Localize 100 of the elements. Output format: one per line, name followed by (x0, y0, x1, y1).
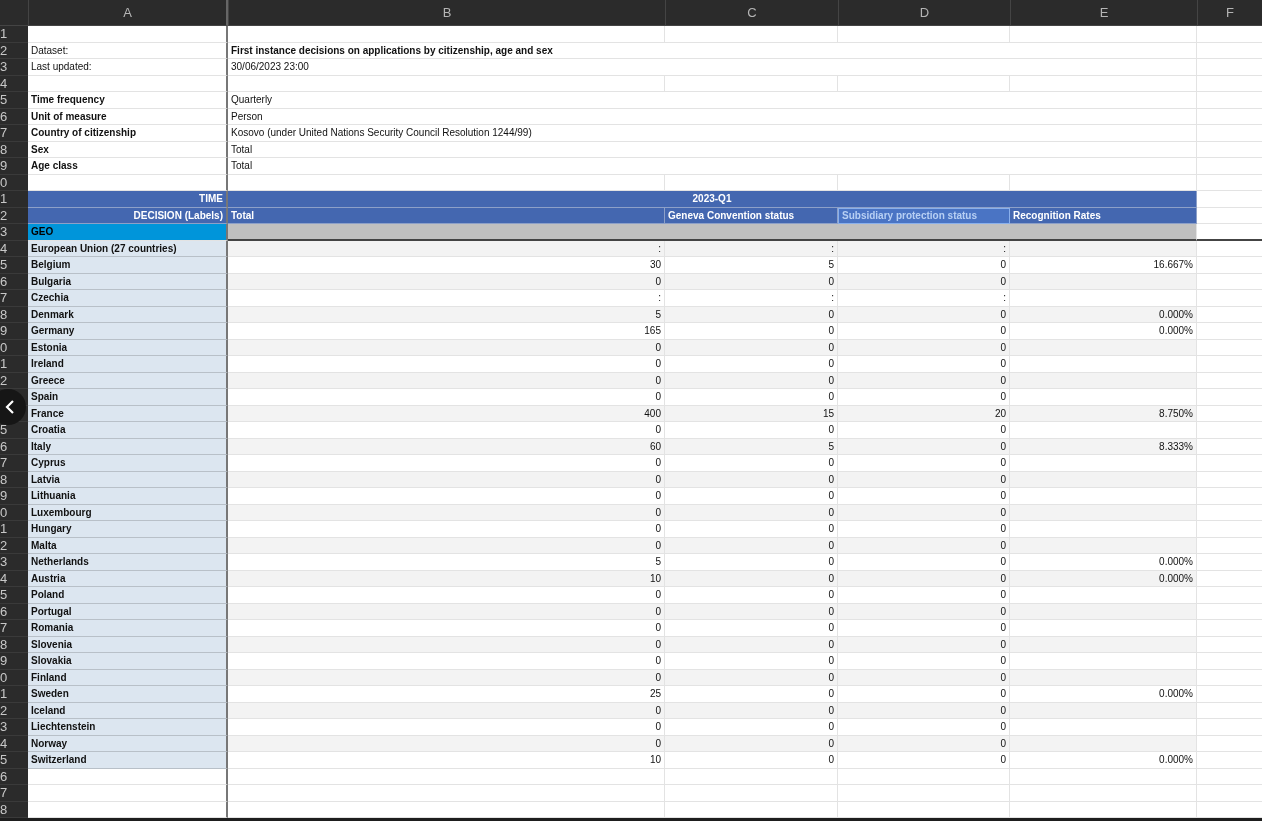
table-cell: Czechia (28, 290, 228, 307)
row-number[interactable]: 5 (0, 92, 28, 109)
table-cell: 0 (838, 455, 1010, 472)
table-cell: 0 (228, 521, 665, 538)
row-number[interactable]: 5 (0, 752, 28, 769)
table-cell: 0 (228, 422, 665, 439)
table-cell: TIME (28, 191, 228, 208)
table-cell: 0 (838, 422, 1010, 439)
table-cell: 30/06/2023 23:00 (228, 59, 1197, 76)
table-cell: 0 (228, 488, 665, 505)
row-number[interactable]: 1 (0, 521, 28, 538)
table-cell: 0.000% (1010, 752, 1197, 769)
table-cell: 0 (228, 719, 665, 736)
table-cell: 0 (838, 521, 1010, 538)
column-header[interactable]: B (228, 0, 665, 26)
table-cell: Unit of measure (28, 108, 228, 125)
table-cell: 0 (838, 323, 1010, 340)
table-cell: 0 (665, 686, 838, 703)
table-cell: Poland (28, 587, 228, 604)
table-cell: 0 (838, 356, 1010, 373)
table-cell: Sweden (28, 686, 228, 703)
row-number[interactable]: 7 (0, 455, 28, 472)
table-cell: 30 (228, 257, 665, 274)
table-cell: Netherlands (28, 554, 228, 571)
row-number[interactable]: 9 (0, 158, 28, 175)
column-header[interactable]: D (838, 0, 1010, 26)
table-cell: Time frequency (28, 92, 228, 109)
corner-cell[interactable] (0, 0, 28, 26)
table-cell: 0 (838, 389, 1010, 406)
table-cell: : (228, 290, 665, 307)
column-header[interactable]: F (1197, 0, 1262, 26)
table-cell: Croatia (28, 422, 228, 439)
table-cell: GEO (28, 224, 228, 241)
table-cell: 0 (665, 455, 838, 472)
row-number[interactable]: 5 (0, 422, 28, 439)
table-cell: 0 (665, 356, 838, 373)
table-cell: 0 (838, 488, 1010, 505)
table-cell: Age class (28, 158, 228, 175)
table-cell: 2023-Q1 (228, 191, 1197, 208)
row-number[interactable]: 5 (0, 587, 28, 604)
row-number[interactable]: 7 (0, 125, 28, 142)
table-cell: 0 (228, 653, 665, 670)
row-number[interactable]: 9 (0, 488, 28, 505)
table-cell: 0 (665, 554, 838, 571)
table-cell: 0 (665, 488, 838, 505)
table-cell: Romania (28, 620, 228, 637)
table-cell: 0 (228, 356, 665, 373)
table-cell: 0 (665, 323, 838, 340)
table-cell: 0 (838, 257, 1010, 274)
row-number[interactable]: 3 (0, 719, 28, 736)
column-header[interactable]: A (28, 0, 228, 26)
column-header[interactable]: E (1010, 0, 1197, 26)
table-cell: 0 (838, 719, 1010, 736)
table-cell: Quarterly (228, 92, 1197, 109)
table-cell: 5 (228, 554, 665, 571)
row-number[interactable]: 9 (0, 653, 28, 670)
table-cell: 0.000% (1010, 554, 1197, 571)
table-cell: : (838, 290, 1010, 307)
row-number[interactable]: 7 (0, 620, 28, 637)
chevron-left-icon (5, 400, 15, 414)
table-cell: Cyprus (28, 455, 228, 472)
row-number[interactable]: 9 (0, 323, 28, 340)
table-cell: 0 (665, 719, 838, 736)
row-number[interactable]: 7 (0, 785, 28, 802)
table-cell: 0 (228, 455, 665, 472)
row-number[interactable]: 1 (0, 356, 28, 373)
table-cell: 0 (838, 752, 1010, 769)
table-cell: Germany (28, 323, 228, 340)
table-cell: Total (228, 141, 1197, 158)
table-cell: 0 (838, 686, 1010, 703)
table-cell: 0 (665, 752, 838, 769)
table-cell: 0 (665, 587, 838, 604)
table-cell: 0 (228, 587, 665, 604)
table-cell: 165 (228, 323, 665, 340)
table-cell: Last updated: (28, 59, 228, 76)
table-cell: Dataset: (28, 42, 228, 59)
row-number[interactable]: 3 (0, 59, 28, 76)
table-cell: Belgium (28, 257, 228, 274)
table-cell: Hungary (28, 521, 228, 538)
table-cell: 0 (838, 653, 1010, 670)
table-cell: 10 (228, 752, 665, 769)
table-cell: Slovakia (28, 653, 228, 670)
table-cell: 0 (838, 620, 1010, 637)
row-number[interactable]: 1 (0, 26, 28, 43)
table-cell: 0 (665, 620, 838, 637)
table-cell: Ireland (28, 356, 228, 373)
table-cell: 0 (665, 653, 838, 670)
row-number[interactable]: 5 (0, 257, 28, 274)
table-cell: 0.000% (1010, 686, 1197, 703)
row-number[interactable]: 1 (0, 191, 28, 208)
table-cell: 0 (838, 587, 1010, 604)
row-number[interactable]: 7 (0, 290, 28, 307)
table-cell: 0 (228, 620, 665, 637)
column-header[interactable]: C (665, 0, 838, 26)
table-cell: 16.667% (1010, 257, 1197, 274)
row-number[interactable]: 3 (0, 224, 28, 241)
row-number[interactable]: 3 (0, 554, 28, 571)
row-number[interactable]: 1 (0, 686, 28, 703)
table-cell: Lithuania (28, 488, 228, 505)
table-cell: Switzerland (28, 752, 228, 769)
